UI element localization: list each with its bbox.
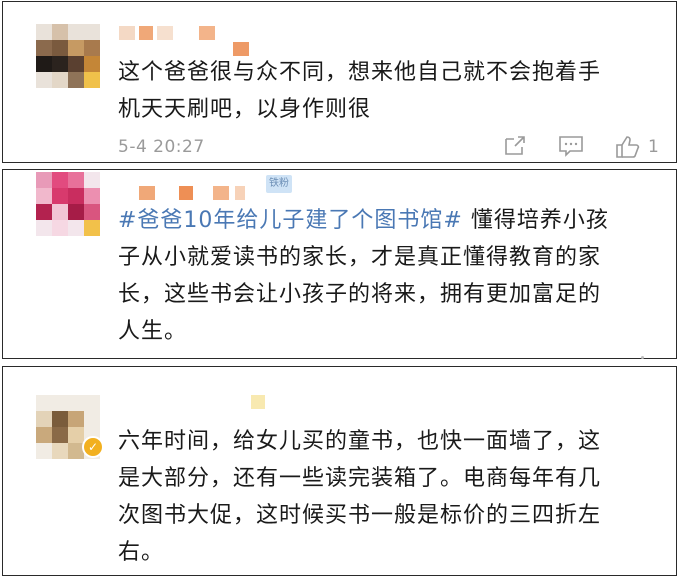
avatar[interactable] <box>36 172 100 236</box>
comment-card-2: 铁粉 #爸爸10年给儿子建了个图书馆# 懂得培养小孩 子从小就爱读书的家长，才是… <box>2 169 677 359</box>
like-count: 1 <box>648 137 659 157</box>
hashtag-link[interactable]: #爸爸10年给儿子建了个图书馆# <box>118 208 463 233</box>
comment-text: 这个爸爸很与众不同，想来他自己就不会抱着手 机天天刷吧，以身作则很 <box>118 60 602 122</box>
avatar[interactable] <box>36 24 100 88</box>
verified-badge-icon: ✓ <box>82 436 104 458</box>
comment-card-3: ✓ 六年时间，给女儿买的童书，也快一面墙了，这 是大部分，还有一些读完装箱了。电… <box>2 366 677 576</box>
comment-card-1: 这个爸爸很与众不同，想来他自己就不会抱着手 机天天刷吧，以身作则很 5-4 20… <box>2 1 677 163</box>
comment-text: 六年时间，给女儿买的童书，也快一面墙了，这 是大部分，还有一些读完装箱了。电商每… <box>118 429 602 565</box>
timestamp: 5-4 20:27 <box>118 137 205 157</box>
username-pixelated[interactable] <box>139 186 269 202</box>
share-icon[interactable] <box>503 135 529 159</box>
thumbs-up-icon[interactable] <box>615 135 641 159</box>
comment-text: #爸爸10年给儿子建了个图书馆# 懂得培养小孩 子从小就爱读书的家长，才是真正懂… <box>118 202 658 350</box>
username-pixelated[interactable] <box>119 26 259 56</box>
more-dot <box>641 356 644 359</box>
username-pixelated[interactable] <box>251 395 271 411</box>
comment-icon[interactable] <box>558 135 584 159</box>
fan-badge: 铁粉 <box>266 175 292 193</box>
comment-footer: 5-4 20:27 1 <box>118 135 663 159</box>
